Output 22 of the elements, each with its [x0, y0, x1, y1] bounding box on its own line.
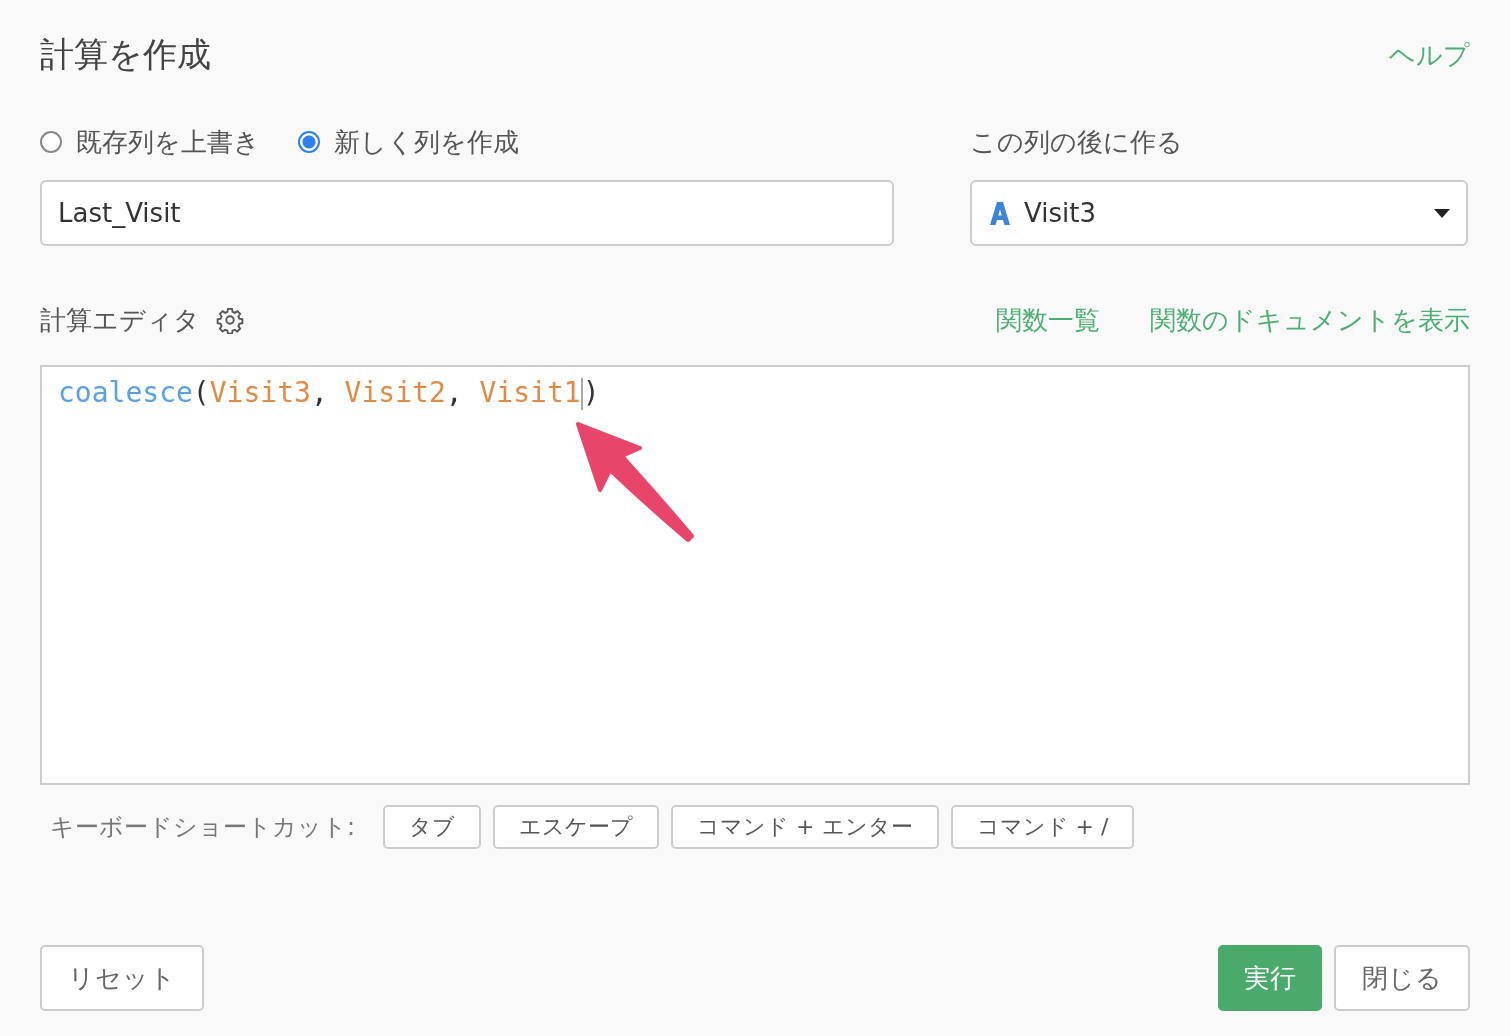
dialog-title: 計算を作成: [40, 33, 211, 76]
column-name-field[interactable]: Last_Visit: [40, 180, 894, 246]
code-editor[interactable]: coalesce(Visit3, Visit2, Visit1): [40, 365, 1470, 785]
radio-button[interactable]: [298, 131, 320, 153]
shortcut-key: エスケープ: [493, 805, 660, 849]
dialog-button[interactable]: 閉じる: [1334, 945, 1470, 1011]
shortcut-key: コマンド + エンター: [671, 805, 939, 849]
caret-icon: [1434, 208, 1450, 218]
radio-button[interactable]: [40, 131, 62, 153]
shortcut-key: コマンド + /: [950, 805, 1135, 849]
radio-option[interactable]: 既存列を上書き: [40, 124, 260, 160]
column-dropdown[interactable]: Visit3: [970, 180, 1468, 246]
radio-option[interactable]: 新しく列を作成: [298, 124, 519, 160]
dialog-button[interactable]: リセット: [40, 945, 204, 1011]
settings-icon[interactable]: [216, 306, 244, 334]
field-label: この列の後に作る: [970, 126, 1184, 159]
shortcuts-label: キーボードショートカット:: [50, 812, 356, 843]
letter-a-icon: [988, 200, 1012, 226]
code-line: coalesce(Visit3, Visit2, Visit1): [58, 375, 600, 411]
editor-label: 計算エディタ: [40, 304, 200, 337]
shortcut-key: タブ: [383, 805, 482, 849]
run-button[interactable]: 実行: [1218, 945, 1322, 1011]
